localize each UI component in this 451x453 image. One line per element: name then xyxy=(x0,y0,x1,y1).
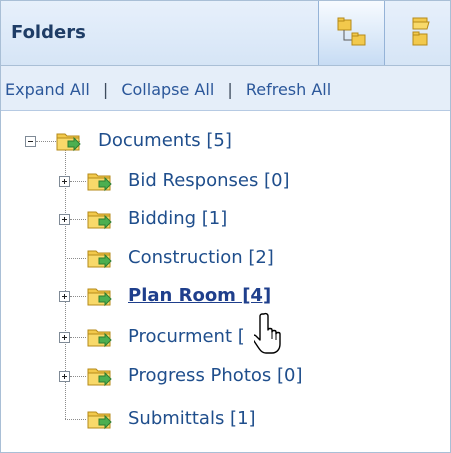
collapse-all-link[interactable]: Collapse All xyxy=(121,80,214,99)
tree-connector xyxy=(70,296,86,297)
tree-node-bidding[interactable]: Bidding [1] xyxy=(128,208,227,230)
tree-actions-bar: Expand All | Collapse All | Refresh All xyxy=(1,66,450,111)
tree-node-procurment[interactable]: Procurment [ xyxy=(128,326,245,348)
folder-tree: Documents [5] Bid Responses [0] Bidding … xyxy=(1,111,450,451)
folder-go-icon xyxy=(56,130,82,152)
tree-node-construction[interactable]: Construction [2] xyxy=(128,247,274,269)
separator: | xyxy=(102,80,109,99)
folder-go-icon xyxy=(87,170,113,192)
tree-connector xyxy=(70,376,86,377)
folder-list-icon xyxy=(412,17,430,46)
tree-node-documents[interactable]: Documents [5] xyxy=(98,130,232,152)
folder-go-icon xyxy=(87,247,113,269)
separator: | xyxy=(227,80,233,99)
tree-connector xyxy=(65,419,86,420)
tree-connector xyxy=(65,258,86,259)
collapse-toggle-documents[interactable] xyxy=(25,136,36,147)
panel-title: Folders xyxy=(11,22,86,43)
tree-connector xyxy=(70,219,86,220)
tree-node-progress-photos[interactable]: Progress Photos [0] xyxy=(128,365,302,387)
tree-connector xyxy=(70,337,86,338)
tree-connector xyxy=(70,181,86,182)
expand-toggle-procurment[interactable] xyxy=(59,332,70,343)
folder-go-icon xyxy=(87,408,113,430)
folder-tree-icon xyxy=(337,17,365,46)
expand-all-link[interactable]: Expand All xyxy=(5,80,90,99)
tree-node-plan-room[interactable]: Plan Room [4] xyxy=(128,285,271,307)
tree-node-submittals[interactable]: Submittals [1] xyxy=(128,408,256,430)
panel-header: Folders xyxy=(1,1,450,66)
expand-toggle-progress-photos[interactable] xyxy=(59,371,70,382)
folders-panel: Folders Expand All | Collapse All | Refr… xyxy=(0,0,451,453)
folder-go-icon xyxy=(87,208,113,230)
folder-go-icon xyxy=(87,326,113,348)
expand-toggle-plan-room[interactable] xyxy=(59,291,70,302)
expand-toggle-bidding[interactable] xyxy=(59,214,70,225)
expand-toggle-bid-responses[interactable] xyxy=(59,176,70,187)
refresh-all-link[interactable]: Refresh All xyxy=(246,80,331,99)
tree-view-button[interactable] xyxy=(318,1,385,65)
hand-pointer-icon xyxy=(254,312,281,354)
list-view-button[interactable] xyxy=(396,1,450,65)
tree-node-bid-responses[interactable]: Bid Responses [0] xyxy=(128,170,290,192)
folder-go-icon xyxy=(87,365,113,387)
folder-go-icon xyxy=(87,285,113,307)
